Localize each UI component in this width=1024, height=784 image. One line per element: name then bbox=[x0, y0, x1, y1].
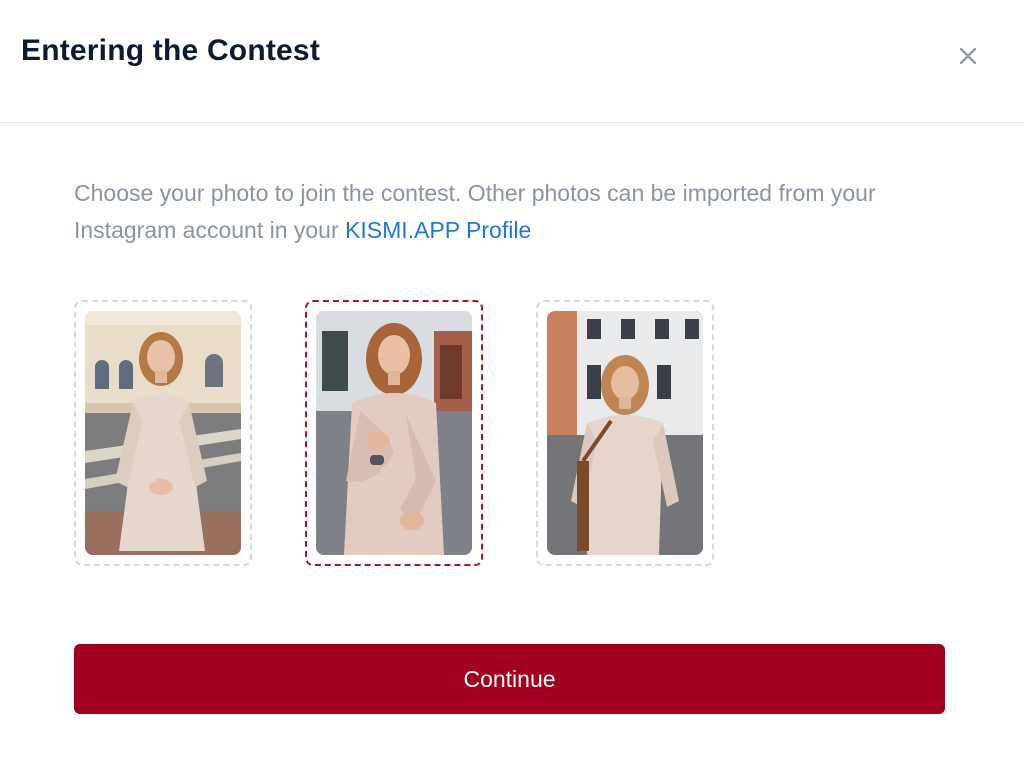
close-button[interactable] bbox=[954, 42, 982, 70]
continue-button[interactable]: Continue bbox=[74, 644, 945, 714]
photo-option-1[interactable] bbox=[74, 300, 252, 566]
contest-photo bbox=[547, 311, 703, 555]
contest-photo bbox=[316, 311, 472, 555]
modal-header: Entering the Contest bbox=[0, 0, 1024, 123]
photo-option-2[interactable] bbox=[305, 300, 483, 566]
contest-modal: Entering the Contest Choose your photo t… bbox=[0, 0, 1024, 784]
contest-photo bbox=[85, 311, 241, 555]
photo-options bbox=[74, 300, 774, 566]
kismi-profile-link[interactable]: KISMI.APP Profile bbox=[345, 217, 531, 243]
photo-option-3[interactable] bbox=[536, 300, 714, 566]
modal-title: Entering the Contest bbox=[21, 34, 321, 67]
instructions-text: Choose your photo to join the contest. O… bbox=[74, 175, 954, 249]
close-icon bbox=[959, 47, 977, 65]
